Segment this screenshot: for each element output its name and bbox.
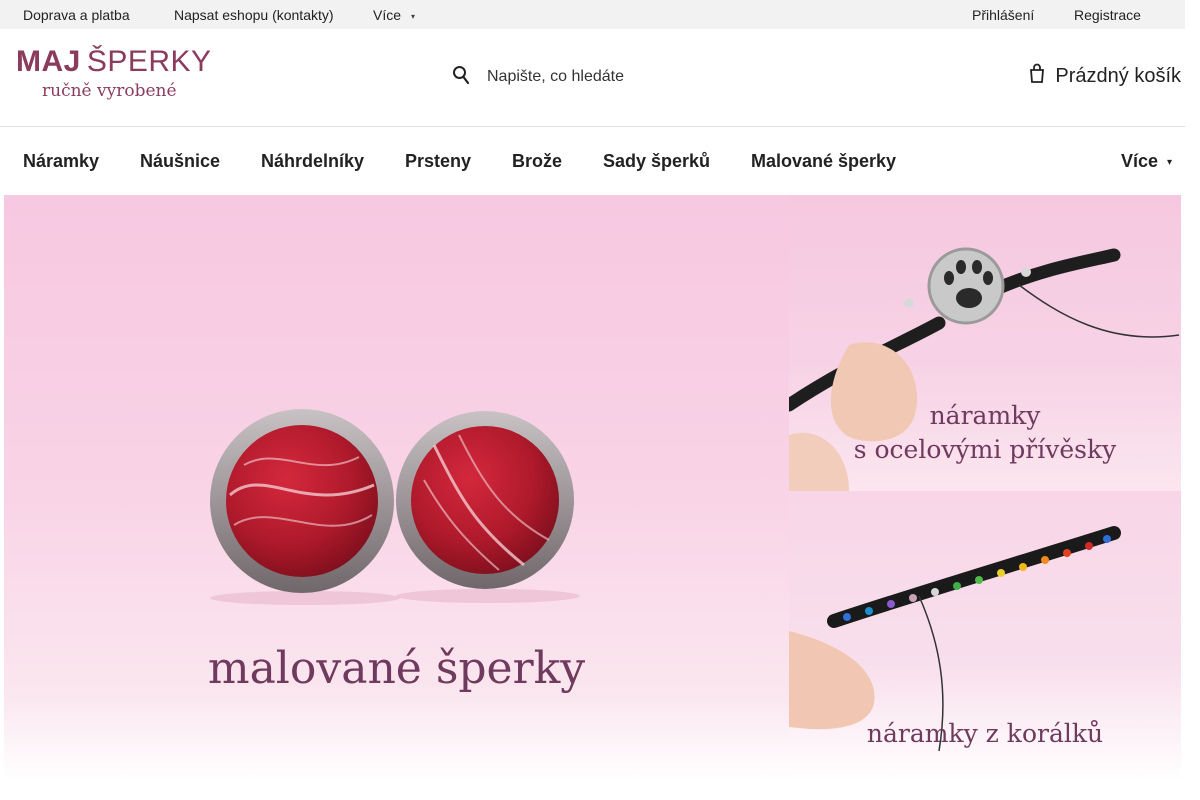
top-utility-bar: Doprava a platba Napsat eshopu (kontakty… (0, 0, 1185, 29)
nav-item-nahrdelniky[interactable]: Náhrdelníky (261, 151, 364, 172)
cart-button[interactable]: Prázdný košík (1030, 63, 1181, 89)
nav-item-naramky[interactable]: Náramky (23, 151, 99, 172)
cart-label: Prázdný košík (1055, 64, 1181, 87)
logo-wordmark: MAJ ŠPERKY (16, 45, 212, 78)
topbar-link-contact[interactable]: Napsat eshopu (kontakty) (174, 7, 334, 23)
login-link[interactable]: Přihlášení (972, 7, 1034, 23)
banner-steel-pendant-bracelets[interactable]: náramky s ocelovými přívěsky (789, 195, 1181, 491)
nav-item-prsteny[interactable]: Prsteny (405, 151, 471, 172)
search-placeholder: Napište, co hledáte (487, 68, 624, 85)
banner-main-caption: malované šperky (207, 643, 586, 694)
nav-more-label: Více (1120, 151, 1158, 171)
chevron-down-icon: ▾ (1166, 157, 1172, 168)
banner-side1-caption: náramky s ocelovými přívěsky (853, 401, 1117, 464)
banner-painted-jewelry[interactable]: malované šperky (4, 195, 789, 781)
search-icon[interactable] (452, 65, 470, 90)
nav-item-nausnice[interactable]: Náušnice (140, 151, 220, 172)
banner-beaded-bracelets[interactable]: náramky z korálků (789, 491, 1181, 781)
topbar-more-menu[interactable]: Více ▾ (373, 7, 415, 23)
nav-item-malovane-sperky[interactable]: Malované šperky (751, 151, 896, 172)
site-header: MAJ ŠPERKY ručně vyrobené Napište, co hle… (0, 29, 1185, 127)
main-navigation: Náramky Náušnice Náhrdelníky Prsteny Bro… (0, 127, 1185, 195)
nav-item-sady-sperku[interactable]: Sady šperků (603, 151, 710, 172)
topbar-link-shipping[interactable]: Doprava a platba (23, 7, 130, 23)
logo-tagline: ručně vyrobené (42, 81, 177, 101)
search-field[interactable]: Napište, co hledáte (452, 63, 624, 91)
banner-side2-caption: náramky z korálků (866, 719, 1104, 748)
cart-icon (1030, 63, 1055, 89)
topbar-more-label: Více (373, 7, 402, 23)
chevron-down-icon: ▾ (411, 12, 416, 21)
nav-more-menu[interactable]: Více ▾ (1121, 151, 1172, 172)
site-logo[interactable]: MAJ ŠPERKY ručně vyrobené (16, 45, 211, 105)
register-link[interactable]: Registrace (1074, 7, 1141, 23)
nav-item-broze[interactable]: Brože (512, 151, 562, 172)
banner-grid: malované šperky náramky s ocelovými přív… (4, 195, 1181, 781)
